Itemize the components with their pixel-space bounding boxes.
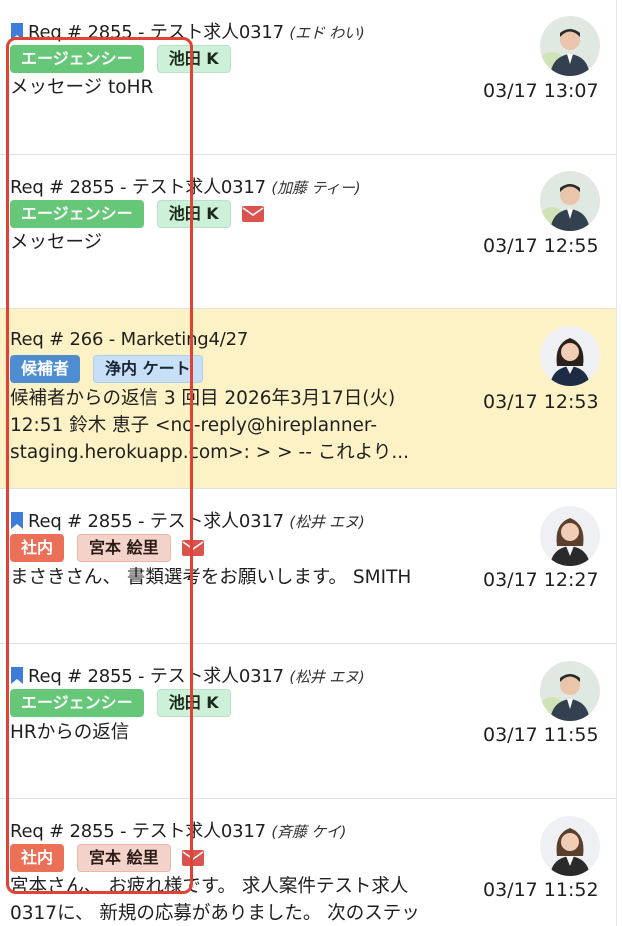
mail-icon [181,850,204,866]
assignee-tag: 浄内 ケート [93,355,203,383]
mail-icon [241,206,264,222]
assignee-tag: 宮本 絵里 [77,844,171,872]
source-tag: 社内 [10,534,65,562]
message-row[interactable]: Req # 2855 - テスト求人0317 (エド わい) エージェンシー 池… [0,0,616,155]
bookmark-icon [11,512,23,529]
candidate-name: (斉藤 ケイ) [271,823,347,841]
message-preview: メッセージ [10,232,103,253]
tag-group: 社内 宮本 絵里 [10,844,204,872]
timestamp: 03/17 12:27 [483,569,599,591]
req-title: Req # 2855 - テスト求人0317 [10,177,266,198]
tag-group: エージェンシー 池田 K [10,689,231,717]
timestamp: 03/17 12:55 [483,235,599,257]
tag-group: 候補者 浄内 ケート [10,355,203,383]
tag-group: 社内 宮本 絵里 [10,534,204,562]
timestamp: 03/17 11:55 [483,724,599,746]
bookmark-icon [11,667,23,684]
assignee-tag: 池田 K [156,689,231,717]
avatar [540,506,600,566]
avatar [540,16,600,76]
message-title: Req # 2855 - テスト求人0317 (加藤 ティー) [10,173,361,199]
req-title: Req # 266 - Marketing4/27 [10,329,249,350]
avatar [540,171,600,231]
tag-group: エージェンシー 池田 K [10,200,264,228]
candidate-name: (松井 エヌ) [289,668,365,686]
mail-icon [181,540,204,556]
message-row[interactable]: Req # 2855 - テスト求人0317 (加藤 ティー) エージェンシー … [0,155,616,309]
source-tag: エージェンシー [10,200,144,228]
man-avatar-icon [540,171,600,231]
candidate-name: (エド わい) [289,24,365,42]
woman-avatar-icon [540,506,600,566]
message-row-selected[interactable]: Req # 266 - Marketing4/27 候補者 浄内 ケート 候補者… [0,309,616,489]
req-title: Req # 2855 - テスト求人0317 [10,821,266,842]
assignee-tag: 池田 K [156,45,231,73]
tag-group: エージェンシー 池田 K [10,45,231,73]
message-preview: HRからの返信 [10,722,130,743]
source-tag: 候補者 [10,355,81,383]
message-preview: まさきさん、 書類選考をお願いします。 SMITH [10,567,412,588]
timestamp: 03/17 12:53 [483,391,599,413]
avatar [540,816,600,876]
man-avatar-icon [540,16,600,76]
message-preview: 候補者からの返信 3 回目 2026年3月17日(火) 12:51 鈴木 恵子 … [10,388,410,463]
message-preview: メッセージ toHR [10,77,154,98]
woman-avatar-icon [540,326,600,386]
message-row[interactable]: Req # 2855 - テスト求人0317 (斉藤 ケイ) 社内 宮本 絵里 … [0,799,616,926]
assignee-tag: 宮本 絵里 [77,534,171,562]
man-avatar-icon [540,661,600,721]
req-title: Req # 2855 - テスト求人0317 [28,511,284,532]
message-title: Req # 2855 - テスト求人0317 (松井 エヌ) [10,662,365,688]
message-row[interactable]: Req # 2855 - テスト求人0317 (松井 エヌ) エージェンシー 池… [0,644,616,799]
timestamp: 03/17 11:52 [483,879,599,901]
message-title: Req # 2855 - テスト求人0317 (エド わい) [10,18,365,44]
message-row[interactable]: Req # 2855 - テスト求人0317 (松井 エヌ) 社内 宮本 絵里 … [0,489,616,644]
timestamp: 03/17 13:07 [483,80,599,102]
source-tag: 社内 [10,844,65,872]
candidate-name: (加藤 ティー) [271,179,361,197]
source-tag: エージェンシー [10,45,144,73]
bookmark-icon [11,23,23,40]
avatar [540,326,600,386]
avatar [540,661,600,721]
message-title: Req # 2855 - テスト求人0317 (斉藤 ケイ) [10,817,346,843]
message-preview: 宮本さん、 お疲れ様です。 求人案件テスト求人 0317に、 新規の応募がありま… [10,876,420,924]
message-list: Req # 2855 - テスト求人0317 (エド わい) エージェンシー 池… [0,0,617,926]
message-title: Req # 266 - Marketing4/27 [10,329,248,350]
candidate-name: (松井 エヌ) [289,513,365,531]
woman-avatar-icon [540,816,600,876]
req-title: Req # 2855 - テスト求人0317 [28,666,284,687]
message-title: Req # 2855 - テスト求人0317 (松井 エヌ) [10,507,365,533]
assignee-tag: 池田 K [156,200,231,228]
req-title: Req # 2855 - テスト求人0317 [28,22,284,43]
source-tag: エージェンシー [10,689,144,717]
